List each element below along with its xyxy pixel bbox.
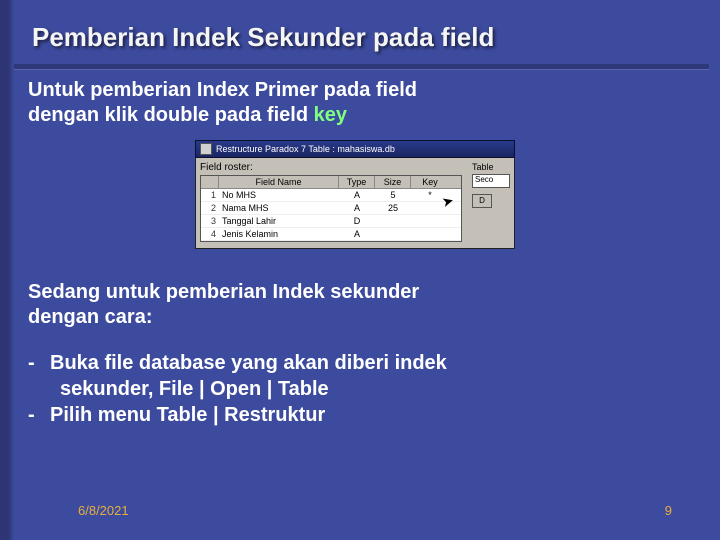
table-row: 4 Jenis Kelamin A xyxy=(201,228,461,241)
bullet1-line1: Buka file database yang akan diberi inde… xyxy=(50,352,447,374)
paradox-screenshot: Restructure Paradox 7 Table : mahasiswa.… xyxy=(195,140,515,249)
paragraph-secondary-index: Sedang untuk pemberian Indek sekunder de… xyxy=(28,280,419,330)
col-field-name: Field Name xyxy=(219,176,339,188)
footer-page-number: 9 xyxy=(665,503,672,518)
para1-line1: Untuk pemberian Index Primer pada field xyxy=(28,79,417,101)
para1-line2-pre: dengan klik double pada field xyxy=(28,104,314,126)
table-row: 2 Nama MHS A 25 xyxy=(201,202,461,215)
instruction-list: -Buka file database yang akan diberi ind… xyxy=(28,350,447,428)
para2-line1: Sedang untuk pemberian Indek sekunder xyxy=(28,281,419,303)
window-title-text: Restructure Paradox 7 Table : mahasiswa.… xyxy=(216,144,395,154)
right-label: Table xyxy=(472,162,510,172)
footer-date: 6/8/2021 xyxy=(78,503,129,518)
window-titlebar: Restructure Paradox 7 Table : mahasiswa.… xyxy=(195,140,515,158)
bullet1-line2: sekunder, File | Open | Table xyxy=(28,376,447,402)
col-size: Size xyxy=(375,176,411,188)
table-row: 3 Tanggal Lahir D xyxy=(201,215,461,228)
app-icon xyxy=(200,143,212,155)
left-accent-bar xyxy=(0,0,14,540)
col-key: Key xyxy=(411,176,449,188)
field-roster-table: Field Name Type Size Key 1 No MHS A 5 * … xyxy=(200,175,462,242)
col-type: Type xyxy=(339,176,375,188)
table-header: Field Name Type Size Key xyxy=(201,176,461,189)
para1-keyword: key xyxy=(314,104,347,126)
slide-title: Pemberian Indek Sekunder pada field xyxy=(32,22,494,53)
right-dropdown: Seco xyxy=(472,174,510,188)
field-roster-label: Field roster: xyxy=(200,162,510,173)
paragraph-primary-index: Untuk pemberian Index Primer pada field … xyxy=(28,78,417,128)
para2-line2: dengan cara: xyxy=(28,306,152,328)
bullet2-text: Pilih menu Table | Restruktur xyxy=(50,404,325,426)
col-num xyxy=(201,176,219,188)
title-underline xyxy=(14,64,709,69)
right-button: D xyxy=(472,194,492,208)
list-item: -Pilih menu Table | Restruktur xyxy=(28,402,447,428)
list-item: -Buka file database yang akan diberi ind… xyxy=(28,350,447,402)
right-panel: Table Seco D xyxy=(472,162,510,210)
table-row: 1 No MHS A 5 * xyxy=(201,189,461,202)
